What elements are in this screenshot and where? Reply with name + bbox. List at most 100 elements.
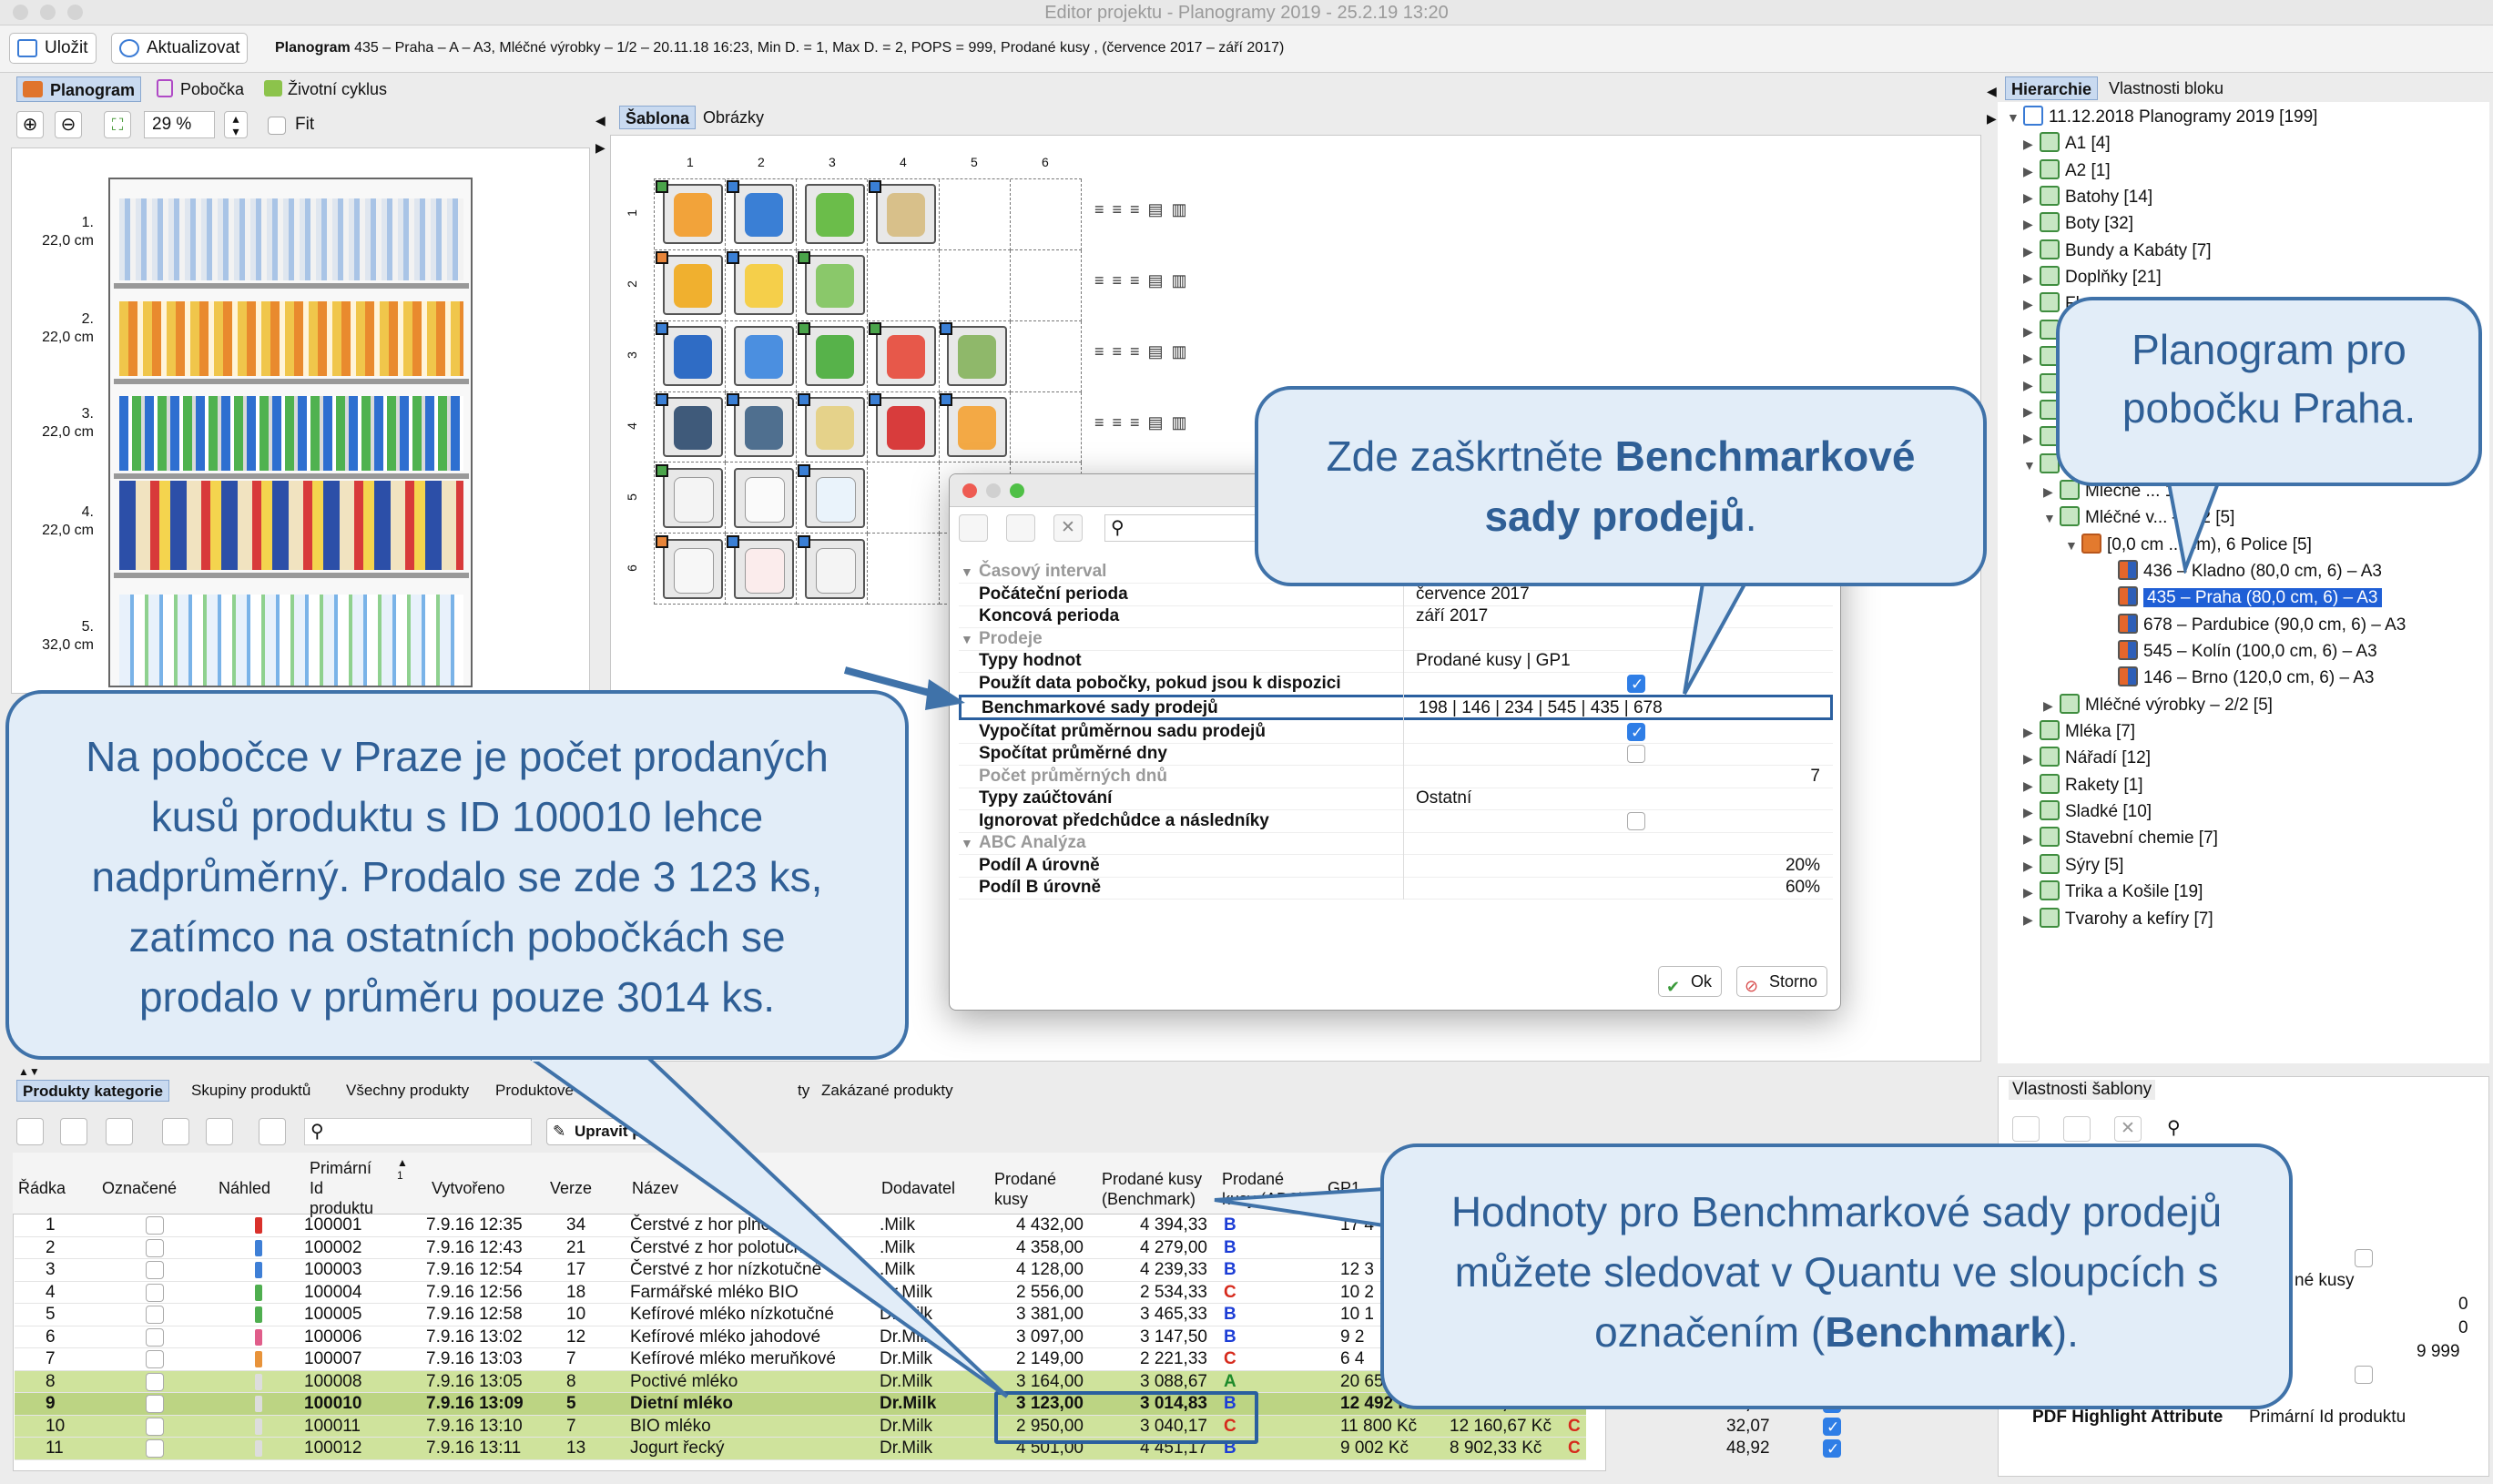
avg-days-count-row[interactable]: Počet průměrných dnů 7 — [959, 766, 1833, 788]
props-checkbox-2[interactable] — [2355, 1366, 2373, 1384]
tab-all-products[interactable]: Všechny produkty — [341, 1080, 474, 1102]
col-marked[interactable]: Označené — [102, 1178, 177, 1198]
grid-product[interactable] — [663, 539, 723, 599]
tree-node[interactable]: ▶ Trika a Košile [19] — [2023, 879, 2203, 905]
zoom-out-button[interactable]: ⊖ — [55, 111, 82, 138]
count-avg-days-checkbox[interactable] — [1627, 745, 1645, 763]
grid-product[interactable] — [734, 255, 794, 315]
props-paste-button[interactable] — [2063, 1116, 2091, 1142]
table-tool-6[interactable] — [259, 1118, 286, 1145]
tree-node[interactable]: ▶ Nářadí [12] — [2023, 745, 2151, 771]
collapsed-chevron-icon[interactable]: ▶ — [2023, 185, 2040, 211]
tree-node[interactable]: 678 – Pardubice (90,0 cm, 6) – A3 — [2101, 612, 2406, 638]
benchmark-sets-row[interactable]: Benchmarkové sady prodejů 198 | 146 | 234… — [959, 695, 1833, 720]
marked-checkbox[interactable] — [146, 1372, 164, 1391]
splitter-arrows[interactable]: ▲▼ — [18, 1065, 40, 1078]
tab-template[interactable]: Šablona — [619, 106, 697, 129]
fit-checkbox[interactable] — [268, 117, 286, 135]
dialog-clear-button[interactable]: ✕ — [1053, 514, 1083, 542]
use-branch-checkbox[interactable] — [1627, 674, 1645, 696]
grid-product[interactable] — [876, 184, 936, 244]
row-flag-checkbox[interactable] — [1823, 1438, 1841, 1460]
table-tool-3[interactable] — [106, 1118, 133, 1145]
share-b-row[interactable]: Podíl B úrovně 60% — [959, 877, 1833, 900]
expanded-chevron-icon[interactable]: ▼ — [2023, 452, 2040, 479]
tree-node[interactable]: 146 – Brno (120,0 cm, 6) – A3 — [2101, 665, 2375, 691]
dialog-minimize-button[interactable] — [986, 483, 1001, 498]
tree-node[interactable]: ▶ Sýry [5] — [2023, 852, 2123, 879]
calc-avg-set-checkbox[interactable] — [1627, 722, 1645, 744]
zoom-stepper[interactable]: ▴ ▾ — [224, 111, 248, 138]
collapsed-chevron-icon[interactable]: ▶ — [2023, 372, 2040, 399]
row-align-icons-2[interactable]: ≡ ≡ ≡ ▤ ▥ — [1094, 271, 1189, 290]
collapse-left-icon[interactable]: ◀ — [595, 113, 605, 128]
row-flag-checkbox[interactable] — [1823, 1417, 1841, 1438]
grid-product[interactable] — [734, 468, 794, 528]
collapsed-chevron-icon[interactable]: ▶ — [2023, 799, 2040, 826]
collapsed-chevron-icon[interactable]: ▶ — [2023, 158, 2040, 185]
grid-product[interactable] — [734, 184, 794, 244]
row-align-icons-4[interactable]: ≡ ≡ ≡ ▤ ▥ — [1094, 413, 1189, 432]
tab-hierarchy[interactable]: Hierarchie — [2005, 76, 2099, 100]
collapsed-chevron-icon[interactable]: ▶ — [2043, 479, 2060, 505]
zoom-in-button[interactable]: ⊕ — [16, 111, 44, 138]
table-tool-2[interactable] — [60, 1118, 87, 1145]
marked-checkbox[interactable] — [146, 1327, 164, 1347]
marked-checkbox[interactable] — [146, 1306, 164, 1324]
tree-node[interactable]: ▶ A1 [4] — [2023, 130, 2111, 157]
props-clear-button[interactable]: ✕ — [2114, 1116, 2142, 1142]
table-tool-4[interactable] — [162, 1118, 189, 1145]
marked-checkbox[interactable] — [146, 1350, 164, 1368]
col-preview[interactable]: Náhled — [219, 1178, 270, 1198]
ignore-predecessors-checkbox[interactable] — [1627, 812, 1645, 830]
marked-checkbox[interactable] — [146, 1417, 164, 1436]
section-abc[interactable]: ▼ ABC Analýza — [959, 832, 1833, 855]
props-search-icon[interactable]: ⚲ — [2167, 1116, 2181, 1139]
tab-block-properties[interactable]: Vlastnosti bloku — [2103, 76, 2229, 100]
dialog-zoom-button[interactable] — [1010, 483, 1024, 498]
tab-lifecycle[interactable]: Životní cyklus — [260, 76, 392, 102]
grid-product[interactable] — [947, 397, 1007, 457]
cancel-button[interactable]: ⊘ Storno — [1736, 966, 1827, 997]
expanded-chevron-icon[interactable]: ▼ — [2043, 505, 2060, 532]
grid-product[interactable] — [734, 397, 794, 457]
collapsed-chevron-icon[interactable]: ▶ — [2023, 239, 2040, 265]
ignore-predecessors-row[interactable]: Ignorovat předchůdce a následníky — [959, 810, 1833, 833]
grid-product[interactable] — [805, 539, 865, 599]
tree-node[interactable]: ▼ 11.12.2018 Planogramy 2019 [199] — [2007, 104, 2317, 130]
marked-checkbox[interactable] — [146, 1283, 164, 1302]
tree-node[interactable]: ▶ Sladké [10] — [2023, 798, 2152, 825]
table-tool-1[interactable] — [16, 1118, 44, 1145]
dialog-copy-button[interactable] — [959, 514, 988, 542]
props-checkbox-1[interactable] — [2355, 1249, 2373, 1267]
grid-product[interactable] — [805, 468, 865, 528]
update-button[interactable]: Aktualizovat — [111, 33, 249, 64]
collapse-center-icon[interactable]: ▶ — [595, 140, 605, 156]
collapsed-chevron-icon[interactable]: ▶ — [2023, 265, 2040, 291]
tab-planogram[interactable]: Planogram — [16, 76, 142, 102]
tree-node[interactable]: 545 – Kolín (100,0 cm, 6) – A3 — [2101, 638, 2377, 665]
tree-node[interactable]: ▶ Mléka [7] — [2023, 718, 2135, 745]
col-created[interactable]: Vytvořeno — [432, 1178, 504, 1198]
dialog-paste-button[interactable] — [1006, 514, 1035, 542]
tree-node[interactable]: ▶ Batohy [14] — [2023, 184, 2152, 210]
share-a-row[interactable]: Podíl A úrovně 20% — [959, 855, 1833, 878]
collapsed-chevron-icon[interactable]: ▶ — [2023, 211, 2040, 238]
zoom-input[interactable]: 29 % — [144, 111, 215, 138]
tab-branch[interactable]: Pobočka — [153, 76, 249, 102]
zoom-window-button[interactable] — [67, 5, 83, 20]
grid-product[interactable] — [663, 184, 723, 244]
col-sold-benchmark[interactable]: Prodané kusy (Benchmark) — [1102, 1169, 1220, 1209]
grid-product[interactable] — [805, 326, 865, 386]
table-row[interactable]: 11 100012 7.9.16 13:11 13 Jogurt řecký Dr.Mil… — [15, 1438, 2022, 1460]
grid-product[interactable] — [947, 326, 1007, 386]
marked-checkbox[interactable] — [146, 1439, 164, 1458]
tree-node[interactable]: ▶ Stavební chemie [7] — [2023, 825, 2218, 851]
table-row[interactable]: 10 100011 7.9.16 13:10 7 BIO mléko Dr.Milk 2 9… — [15, 1415, 2022, 1438]
collapse-right-icon[interactable]: ◀ — [1987, 84, 1997, 99]
collapsed-chevron-icon[interactable]: ▶ — [2023, 719, 2040, 746]
collapsed-chevron-icon[interactable]: ▶ — [2023, 879, 2040, 906]
tab-category-products[interactable]: Produkty kategorie — [16, 1080, 169, 1102]
marked-checkbox[interactable] — [146, 1216, 164, 1235]
grid-product[interactable] — [876, 326, 936, 386]
